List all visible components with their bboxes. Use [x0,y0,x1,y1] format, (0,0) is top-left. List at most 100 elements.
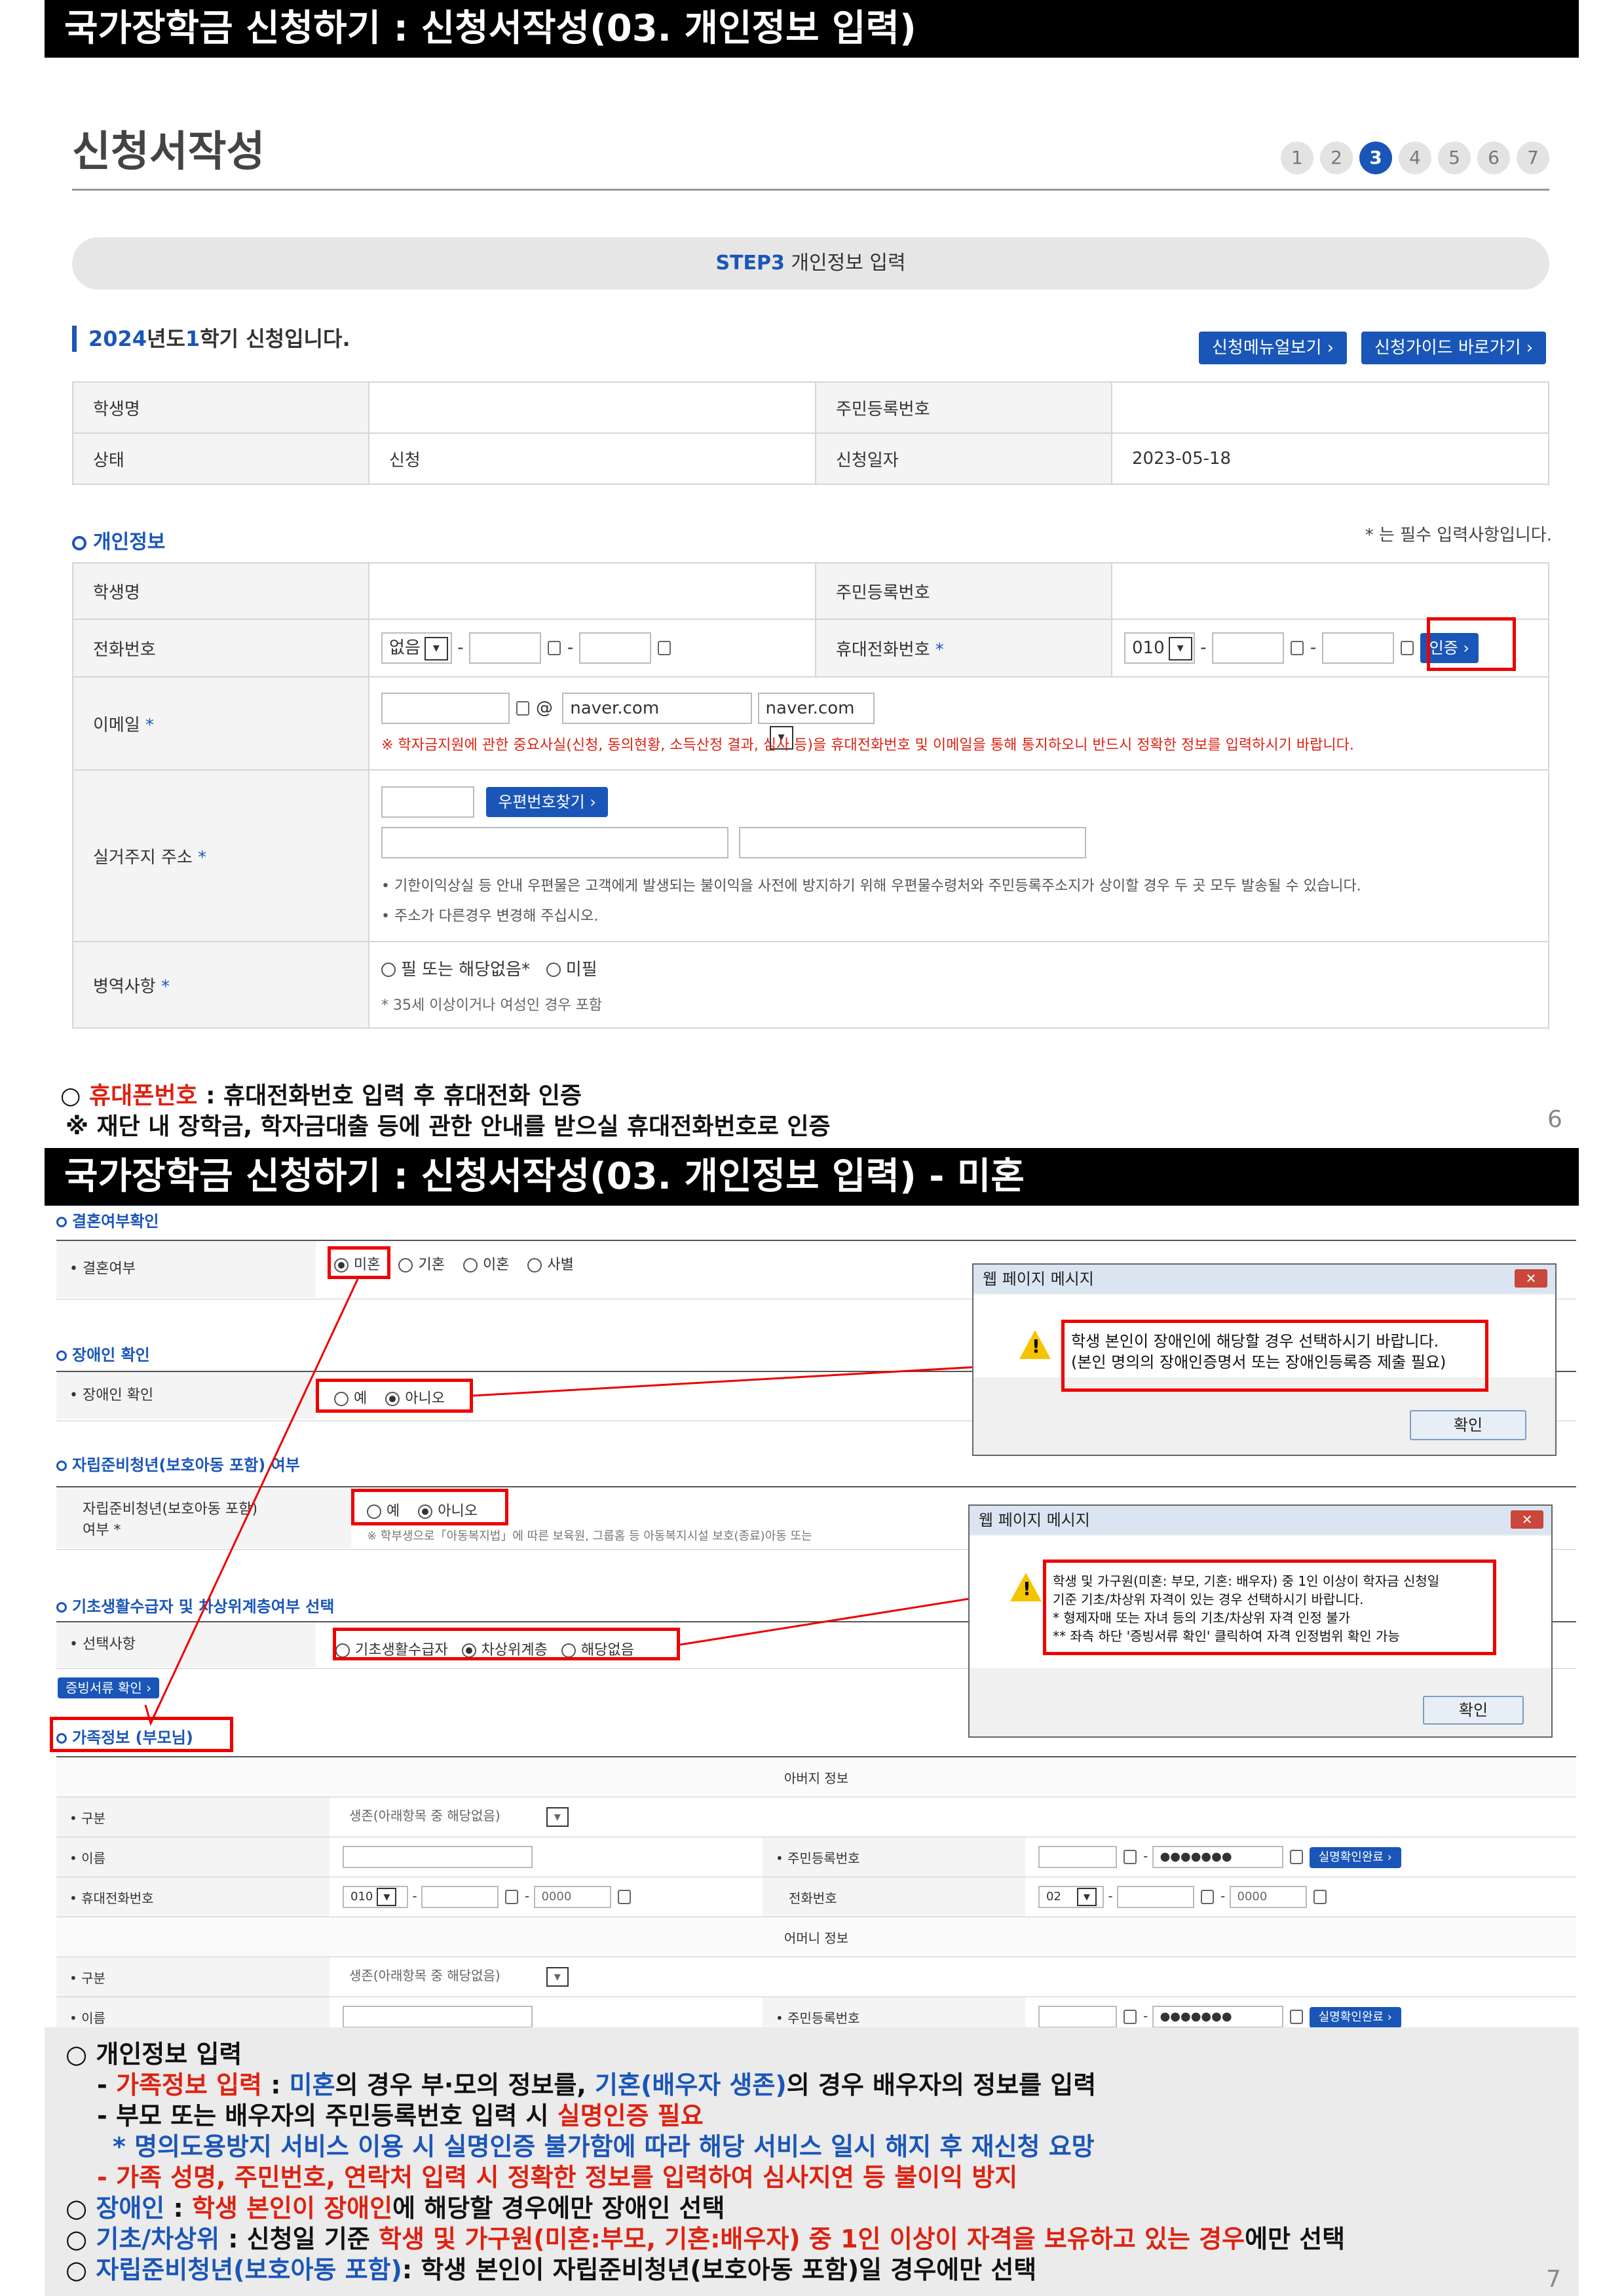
phone-last-input[interactable] [578,632,651,664]
address-note-2: • 주소가 다른경우 변경해 주십시오. [381,908,599,925]
bullet-icon [72,535,86,550]
form-heading: 신청서작성 [72,128,265,176]
step-2[interactable]: 2 [1320,142,1353,174]
father-verify-button[interactable]: 실명확인완료 › [1309,1846,1401,1868]
military-option-notdone: 미필 [565,959,597,980]
note-6-c: : [164,2194,192,2223]
phone-area-value: 없음 [389,638,421,658]
father-tel-mid-input[interactable] [1116,1886,1194,1908]
email-id-input[interactable] [381,693,510,724]
note-7-d: 학생 및 가구원(미혼:부모, 기혼:배우자) 중 1인 이상이 자격을 보유하… [379,2225,1245,2253]
mother-verify-button[interactable]: 실명확인완료 › [1309,2006,1401,2028]
email-domain-input[interactable]: naver.com [562,693,753,724]
mother-header: 어머니 정보 [56,1917,1576,1957]
step-6[interactable]: 6 [1477,142,1510,174]
semester-num: 1 [185,326,200,351]
military-radio-done[interactable] [381,963,396,977]
dialog-disabled-message: 학생 본인이 장애인에 해당할 경우 선택하시기 바랍니다. (본인 명의의 장애… [1061,1320,1488,1392]
personal-info-heading-text: 개인정보 [93,531,166,554]
father-name-cell [330,1837,763,1877]
mother-rrn-front-input[interactable] [1038,2006,1117,2028]
mother-rrn-back-input[interactable]: ●●●●●●● [1152,2006,1283,2028]
dialog-basic-ok-button[interactable]: 확인 [1423,1696,1524,1725]
father-rrn-cell: - ●●●●●●● 실명확인완료 › [1025,1837,1576,1877]
semester-year: 2024 [88,326,147,351]
address-cell: 우편번호찾기 › • 기한이익상실 등 안내 우편물은 고객에게 발생되는 불이… [368,769,1549,942]
note-6-a: ○ [66,2194,96,2223]
mother-type-value: 생존(아래항목 중 해당없음) [349,1968,500,1983]
zipcode-search-button[interactable]: 우편번호찾기 › [486,786,608,817]
warning-icon [1010,1573,1042,1601]
military-cell: 필 또는 해당없음* 미필 * 35세 이상이거나 여성인 경우 포함 [368,941,1549,1029]
dialog-disabled-ok-button[interactable]: 확인 [1410,1410,1526,1440]
military-note: * 35세 이상이거나 여성인 경우 포함 [381,997,603,1014]
zipcode-input[interactable] [381,786,474,818]
page-number-6: 6 [1547,1106,1562,1133]
step-7[interactable]: 7 [1517,142,1549,174]
dialog-basic-line-2: 기준 기초/차상위 자격이 있는 경우 선택하시기 바랍니다. [1053,1592,1364,1607]
mother-name-input[interactable] [343,2006,533,2028]
father-rrn-front-input[interactable] [1038,1846,1117,1868]
mobile-last-input[interactable] [1321,632,1394,664]
military-radio-notdone[interactable] [546,963,561,977]
phone-mid-input[interactable] [468,632,541,664]
step-3[interactable]: 3 [1359,142,1392,174]
chevron-down-icon: ▾ [424,636,448,660]
note-line-1: ○ 개인정보 입력 [66,2039,1345,2070]
page-number-7: 7 [1546,2266,1561,2293]
highlight-auth-box [1427,617,1516,671]
info-date-label: 신청일자 [815,432,1112,485]
manual-button[interactable]: 신청메뉴얼보기 › [1199,332,1348,364]
father-tel-label: 전화번호 [763,1877,1025,1917]
father-rrn-mask: ●●●●●●● [1160,1850,1232,1864]
lock-icon [547,641,561,655]
applicant-info-table: 학생명 주민등록번호 상태 신청 신청일자 2023-05-18 [72,381,1549,485]
step-5[interactable]: 5 [1438,142,1471,174]
father-mobile-last-input[interactable]: 0000 [533,1886,611,1908]
father-rrn-back-input[interactable]: ●●●●●●● [1152,1846,1283,1868]
info-date-value: 2023-05-18 [1111,432,1549,485]
family-table: 아버지 정보 • 구분 생존(아래항목 중 해당없음) ▾ • 이름 • 주민등록… [56,1756,1576,2037]
step-1[interactable]: 1 [1281,142,1313,174]
phone-area-select[interactable]: 없음 ▾ [381,632,452,664]
father-mobile-prefix-select[interactable]: 010 ▾ [343,1886,408,1908]
father-type-select[interactable]: 생존(아래항목 중 해당없음) ▾ [343,1805,631,1829]
father-name-input[interactable] [343,1846,533,1868]
close-icon[interactable]: ✕ [1515,1269,1547,1288]
father-header: 아버지 정보 [56,1757,1576,1797]
email-domain-select[interactable]: naver.com▾ [757,693,875,750]
father-tel-placeholder: 0000 [1237,1890,1268,1904]
lock-icon [657,641,671,655]
mobile-mid-input[interactable] [1211,632,1284,664]
mother-type-label: • 구분 [56,1957,330,1997]
note-line-7: ○ 기초/차상위 : 신청일 기준 학생 및 가구원(미혼:부모, 기혼:배우자… [66,2224,1345,2255]
step-indicator: 1 2 3 4 5 6 7 [1281,142,1549,174]
note-7-a: ○ [66,2225,96,2253]
guide-button[interactable]: 신청가이드 바로가기 › [1361,332,1547,364]
dialog-title-bar: 웹 페이지 메시지 ✕ [973,1265,1555,1293]
lock-icon [617,1890,631,1904]
lock-icon [1124,2010,1137,2024]
lock-icon [1313,1890,1327,1904]
step-4[interactable]: 4 [1399,142,1431,174]
note-7-b: 기초/차상위 [96,2225,220,2253]
address-label: 실거주지 주소 * [72,769,369,942]
close-icon[interactable]: ✕ [1511,1510,1543,1529]
mother-type-select[interactable]: 생존(아래항목 중 해당없음) ▾ [343,1965,631,1989]
mobile-prefix-select[interactable]: 010 ▾ [1124,632,1195,664]
info-status-value: 신청 [368,432,816,485]
father-tel-prefix-select[interactable]: 02 ▾ [1038,1886,1104,1908]
note-2-c: : [262,2071,290,2099]
arrowhead-icon [144,1704,160,1727]
father-mobile-mid-input[interactable] [421,1886,499,1908]
note-7-e: 에만 선택 [1245,2225,1346,2253]
step-bar-label: 개인정보 입력 [791,252,906,275]
required-star: * [198,847,207,868]
info-status-label: 상태 [72,432,369,485]
mobile-label-text: 휴대전화번호 [836,640,930,660]
address-detail-input[interactable] [739,827,1087,858]
lock-icon [1290,641,1304,655]
address-main-input[interactable] [381,827,728,858]
father-tel-last-input[interactable]: 0000 [1229,1886,1307,1908]
dialog-basic-line-1: 학생 및 가구원(미혼: 부모, 기혼: 배우자) 중 1인 이상이 학자금 신… [1053,1573,1440,1589]
